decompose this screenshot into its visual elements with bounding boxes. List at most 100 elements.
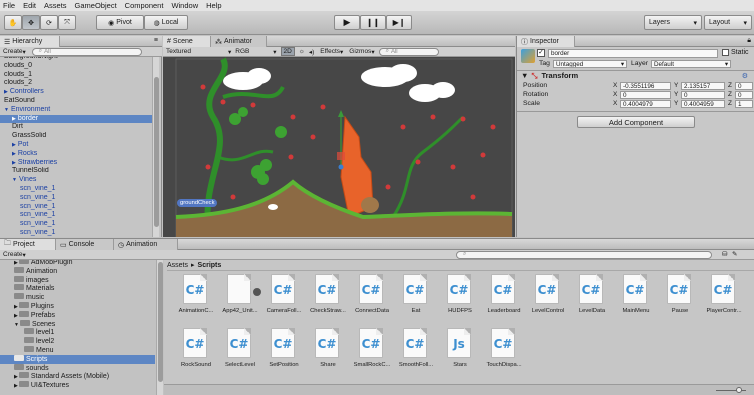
- effects-dropdown[interactable]: Effects: [320, 48, 340, 55]
- position-z-field[interactable]: 0: [735, 82, 753, 90]
- tab-hierarchy[interactable]: ☰ Hierarchy: [0, 36, 60, 47]
- asset-file[interactable]: C# ConnectData: [354, 274, 390, 324]
- project-tree-scrollbar[interactable]: [156, 260, 163, 395]
- chevron-right-icon[interactable]: ▶: [14, 383, 18, 389]
- hierarchy-item[interactable]: clouds_0: [0, 62, 152, 71]
- folder-tree-item[interactable]: ▶ AdMobPlugin: [0, 260, 155, 267]
- folder-tree-item[interactable]: level2: [0, 337, 155, 346]
- 2d-toggle[interactable]: 2D: [280, 47, 295, 56]
- hierarchy-item[interactable]: scn_vine_1: [0, 194, 152, 203]
- asset-file[interactable]: C# TouchDispa...: [486, 328, 522, 378]
- asset-file[interactable]: C# Leaderboard: [486, 274, 522, 324]
- create-dropdown[interactable]: Create: [3, 48, 23, 55]
- asset-file[interactable]: C# PlayerContr...: [706, 274, 742, 324]
- tab-animation[interactable]: ◷ Animation: [114, 239, 178, 250]
- asset-file[interactable]: C# Share: [310, 328, 346, 378]
- rotate-tool-button[interactable]: ⟳: [40, 15, 58, 30]
- chevron-right-icon[interactable]: ▶: [12, 142, 16, 148]
- asset-file[interactable]: C# CameraFoll...: [266, 274, 302, 324]
- scroll-thumb[interactable]: [158, 262, 163, 382]
- folder-tree-item[interactable]: Menu: [0, 345, 155, 355]
- folder-tree-item[interactable]: ▶ Prefabs: [0, 310, 155, 320]
- hierarchy-item[interactable]: ▶ Strawberries: [0, 159, 152, 168]
- chevron-right-icon[interactable]: ▶: [14, 313, 18, 319]
- hierarchy-item[interactable]: GrassSolid: [0, 132, 152, 141]
- folder-tree-item[interactable]: ▶ Standard Assets (Mobile): [0, 372, 155, 381]
- folder-tree-item[interactable]: images: [0, 275, 155, 285]
- scale-tool-button[interactable]: ⤧: [58, 15, 76, 30]
- tag-dropdown[interactable]: Untagged ▾: [553, 60, 627, 68]
- chevron-right-icon[interactable]: ▶: [12, 116, 16, 122]
- draw-mode-dropdown[interactable]: Textured: [166, 48, 228, 55]
- scale-z-field[interactable]: 1: [735, 100, 753, 108]
- hierarchy-item[interactable]: scn_vine_1: [0, 220, 152, 229]
- hierarchy-item[interactable]: ▶ Pot: [0, 141, 152, 150]
- chevron-right-icon[interactable]: ▶: [12, 151, 16, 157]
- name-field[interactable]: border: [548, 49, 718, 58]
- chevron-down-icon[interactable]: ▼: [12, 177, 17, 183]
- chevron-right-icon[interactable]: ▶: [14, 304, 18, 310]
- render-mode-dropdown[interactable]: RGB: [235, 48, 273, 55]
- hierarchy-item[interactable]: Dirt: [0, 123, 152, 132]
- move-tool-button[interactable]: ✥: [22, 15, 40, 30]
- menu-item-help[interactable]: Help: [206, 1, 221, 10]
- folder-tree-item[interactable]: Scripts: [0, 354, 155, 364]
- folder-tree-item[interactable]: ▼ Scenes: [0, 319, 155, 329]
- asset-file[interactable]: C# Pause: [662, 274, 698, 324]
- hierarchy-item[interactable]: scn_vine_1: [0, 185, 152, 194]
- hierarchy-item[interactable]: ▶ Rocks: [0, 150, 152, 159]
- layers-dropdown[interactable]: Layers ▾: [644, 15, 702, 30]
- menu-item-gameobject[interactable]: GameObject: [75, 1, 117, 10]
- audio-icon[interactable]: ◂): [309, 48, 314, 56]
- hierarchy-item[interactable]: scn_vine_1: [0, 229, 152, 237]
- hierarchy-item[interactable]: clouds_1: [0, 71, 152, 80]
- gizmos-dropdown[interactable]: Gizmos: [349, 48, 371, 55]
- scroll-thumb[interactable]: [154, 77, 159, 227]
- asset-file[interactable]: C# HUDFPS: [442, 274, 478, 324]
- folder-tree-item[interactable]: ▶ UI&Textures: [0, 381, 155, 390]
- chevron-right-icon[interactable]: ▶: [14, 374, 18, 380]
- folder-tree-item[interactable]: Materials: [0, 284, 155, 293]
- hierarchy-item[interactable]: scn_vine_1: [0, 203, 152, 212]
- asset-file[interactable]: C# SmoothFoll...: [398, 328, 434, 378]
- asset-file[interactable]: C# Eat: [398, 274, 434, 324]
- asset-file[interactable]: C# AnimationC...: [178, 274, 214, 324]
- hierarchy-scrollbar[interactable]: [152, 57, 159, 237]
- scene-view[interactable]: [163, 57, 515, 237]
- filter-type-icon[interactable]: ⛁: [722, 250, 727, 258]
- hierarchy-item[interactable]: TunnelSolid: [0, 167, 152, 176]
- menu-item-window[interactable]: Window: [171, 1, 198, 10]
- asset-file[interactable]: C# CheckStraw...: [310, 274, 346, 324]
- position-x-field[interactable]: -0.3551196: [620, 82, 671, 90]
- hierarchy-item[interactable]: ▶ Controllers: [0, 88, 152, 97]
- folder-tree-item[interactable]: ▶ Plugins: [0, 301, 155, 311]
- rotation-y-field[interactable]: 0: [681, 91, 725, 99]
- breadcrumb-current[interactable]: Scripts: [198, 262, 222, 269]
- menu-item-component[interactable]: Component: [125, 1, 164, 10]
- layer-dropdown[interactable]: Default ▾: [651, 60, 731, 68]
- asset-file[interactable]: C# SmallRockC...: [354, 328, 390, 378]
- step-button[interactable]: ▶❙: [386, 15, 412, 30]
- lock-icon[interactable]: 🔒︎: [747, 37, 751, 45]
- breadcrumb-root[interactable]: Assets: [167, 262, 188, 269]
- scale-y-field[interactable]: 0.4004959: [681, 100, 725, 108]
- hierarchy-search-input[interactable]: ⌕ All: [31, 47, 142, 56]
- local-toggle[interactable]: ◍ Local: [144, 15, 188, 30]
- chevron-down-icon[interactable]: ▼: [14, 322, 19, 328]
- asset-file[interactable]: C# SetPosition: [266, 328, 302, 378]
- rotation-x-field[interactable]: 0: [620, 91, 671, 99]
- asset-file[interactable]: C# MainMenu: [618, 274, 654, 324]
- static-checkbox[interactable]: [722, 49, 729, 56]
- hierarchy-item[interactable]: EatSound: [0, 97, 152, 106]
- gear-icon[interactable]: ⚙: [742, 72, 748, 80]
- asset-file[interactable]: Js Stars: [442, 328, 478, 378]
- position-y-field[interactable]: 2.135157: [681, 82, 725, 90]
- hierarchy-item[interactable]: scn_vine_1: [0, 211, 152, 220]
- transform-header[interactable]: ▼ ⤡ Transform: [521, 71, 578, 81]
- filter-label-icon[interactable]: ✎: [732, 250, 737, 258]
- folder-tree-item[interactable]: music: [0, 293, 155, 302]
- menu-item-assets[interactable]: Assets: [44, 1, 67, 10]
- scale-x-field[interactable]: 0.4004979: [620, 100, 671, 108]
- pause-button[interactable]: ❙❙: [360, 15, 386, 30]
- menu-item-file[interactable]: File: [3, 1, 15, 10]
